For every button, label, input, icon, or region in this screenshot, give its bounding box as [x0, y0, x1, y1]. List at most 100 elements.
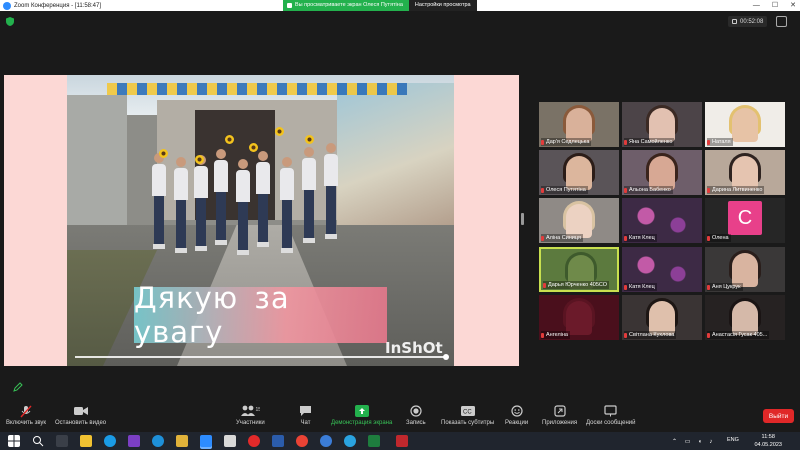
participant-name: Світлана Кухлова: [624, 331, 677, 339]
participant-name-text: Дарина Литвиненко: [712, 187, 763, 193]
edge-browser-icon[interactable]: [104, 435, 116, 447]
participant-tile[interactable]: Альона Бабенко: [622, 150, 702, 195]
captions-button[interactable]: CC Показать субтитры: [441, 404, 494, 426]
participant-face: [732, 301, 758, 335]
participant-tile[interactable]: Катя Клец: [622, 247, 702, 292]
record-button[interactable]: Запись: [406, 404, 426, 426]
chat-button[interactable]: Чат: [299, 404, 312, 426]
video-group-of-people: [152, 143, 342, 263]
share-screen-button[interactable]: Демонстрация экрана: [331, 404, 392, 426]
participant-tile[interactable]: Олеся Путятіна: [539, 150, 619, 195]
skype-icon[interactable]: [152, 435, 164, 447]
annotate-pen-icon[interactable]: [13, 382, 23, 392]
chrome-icon[interactable]: [296, 435, 308, 447]
taskbar-clock[interactable]: 11:58 04.05.2023: [754, 433, 782, 449]
video-person: [152, 153, 166, 263]
muted-mic-icon: [541, 235, 544, 241]
security-shield-icon[interactable]: [6, 17, 14, 26]
share-status-text: Вы просматриваете экран Олеся Путятіна: [295, 2, 403, 8]
fullscreen-icon[interactable]: [776, 16, 787, 27]
window-title: Zoom Конференция - [11:58:47]: [14, 2, 102, 9]
reactions-button[interactable]: Реакции: [505, 404, 528, 426]
close-icon[interactable]: ✕: [790, 0, 796, 11]
shared-video: Дякую за увагу InShOt: [67, 75, 454, 366]
apps-icon: [553, 405, 566, 417]
video-progress-bar[interactable]: [75, 354, 449, 360]
apps-label: Приложения: [542, 420, 578, 426]
participant-face: [649, 301, 675, 335]
participant-tile[interactable]: Аліна Синиця: [539, 198, 619, 243]
opera-browser-icon[interactable]: [248, 435, 260, 447]
participant-name-text: Катя Клец: [629, 284, 655, 290]
video-person: [302, 147, 316, 257]
participants-label: Участники: [236, 420, 265, 426]
visual-studio-icon[interactable]: [128, 435, 140, 447]
video-person: [174, 157, 188, 267]
participant-face: [649, 108, 675, 142]
muted-mic-icon: [624, 235, 627, 241]
leave-button[interactable]: Выйти: [763, 409, 794, 423]
participant-tile[interactable]: Дар'я Седлецька: [539, 102, 619, 147]
viber-icon[interactable]: [320, 435, 332, 447]
participant-tile[interactable]: Анастасія Гусак 405...: [705, 295, 785, 340]
windows-start-icon[interactable]: [8, 435, 20, 447]
participant-tile[interactable]: Катя Клец: [622, 198, 702, 243]
muted-mic-icon: [707, 187, 710, 193]
unmute-button[interactable]: Включить звук: [6, 404, 46, 426]
notepad-icon[interactable]: [224, 435, 236, 447]
participant-tile[interactable]: Дарья Юрченко 405СО: [539, 247, 619, 292]
minimize-icon[interactable]: —: [753, 0, 760, 11]
zoom-taskbar-icon[interactable]: [200, 435, 212, 447]
muted-mic-icon: [541, 332, 544, 338]
participant-tile[interactable]: Аня Цукрук: [705, 247, 785, 292]
participants-button[interactable]: 15 Участники: [236, 404, 265, 426]
task-view-icon[interactable]: [56, 435, 68, 447]
participant-name-text: Дарья Юрченко 405СО: [548, 282, 608, 288]
meeting-timer: 00:52:08: [728, 16, 768, 27]
participant-name-text: Олеся Путятіна: [546, 187, 586, 193]
participant-name-text: Ангеліна: [546, 332, 568, 338]
file-explorer-icon[interactable]: [80, 435, 92, 447]
video-person: [236, 159, 250, 269]
input-language[interactable]: ENG: [727, 437, 739, 443]
video-flag-garland: [107, 83, 407, 95]
video-sunflower: [195, 155, 204, 164]
view-options-button[interactable]: Настройки просмотра: [408, 0, 477, 11]
participant-tile[interactable]: Наталя: [705, 102, 785, 147]
apps-button[interactable]: Приложения: [542, 404, 577, 426]
excel-icon[interactable]: [368, 435, 380, 447]
participants-icon: 15: [241, 405, 260, 416]
pdf-reader-icon[interactable]: [396, 435, 408, 447]
participant-name: Наталя: [707, 138, 733, 146]
video-person: [324, 143, 338, 253]
participant-tile[interactable]: Дарина Литвиненко: [705, 150, 785, 195]
participant-face: [732, 253, 758, 287]
recording-icon: [732, 19, 737, 24]
share-screen-label: Демонстрация экрана: [331, 420, 393, 426]
share-status: Вы просматриваете экран Олеся Путятіна: [283, 0, 409, 11]
participant-name: Дарина Литвиненко: [707, 186, 765, 194]
maximize-icon[interactable]: ☐: [772, 0, 778, 11]
muted-mic-icon: [20, 405, 32, 417]
taskbar-search-icon[interactable]: [32, 435, 44, 447]
muted-mic-icon: [707, 235, 710, 241]
unmute-label: Включить звук: [6, 420, 47, 426]
stop-video-button[interactable]: Остановить видео: [55, 404, 106, 426]
folder-icon[interactable]: [176, 435, 188, 447]
word-icon[interactable]: [272, 435, 284, 447]
video-person: [214, 149, 228, 259]
participant-tile[interactable]: Світлана Кухлова: [622, 295, 702, 340]
telegram-icon[interactable]: [344, 435, 356, 447]
split-view-handle[interactable]: [521, 213, 524, 225]
muted-mic-icon: [707, 284, 710, 290]
participant-name: Анастасія Гусак 405...: [707, 331, 770, 339]
muted-mic-icon: [707, 139, 710, 145]
system-tray-icons[interactable]: ⌃ ▭ ◖ ♪: [672, 438, 715, 445]
video-sunflower: [275, 127, 284, 136]
participant-tile[interactable]: Ангеліна: [539, 295, 619, 340]
participant-tile[interactable]: C Олена: [705, 198, 785, 243]
whiteboards-button[interactable]: Доски сообщений: [586, 404, 636, 426]
video-progress-knob[interactable]: [443, 354, 449, 360]
participant-name-text: Дар'я Седлецька: [546, 139, 590, 145]
participant-tile[interactable]: Яна Самойленко: [622, 102, 702, 147]
